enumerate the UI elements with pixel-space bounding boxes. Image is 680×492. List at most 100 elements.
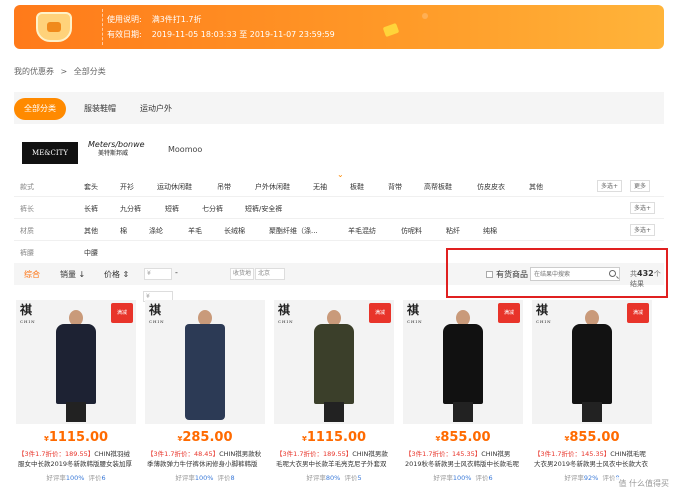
filter-option[interactable]: 仿皮皮衣 <box>477 182 505 192</box>
product-image[interactable]: 祺 CHIN 满减 <box>403 300 523 424</box>
product-title[interactable]: 【3件1.7折价：145.35】CHIN祺毛呢大衣男2019冬新款男士风衣中长款… <box>534 449 650 469</box>
ticket-deco-icon <box>382 22 400 38</box>
product-card[interactable]: 祺 CHIN 满减 ¥855.00 【3件1.7折价：145.35】CHIN祺男2… <box>403 300 523 488</box>
price-value: 855.00 <box>569 430 620 445</box>
discount-note: 【3件1.7折价：145.35】 <box>534 450 611 458</box>
filter-option[interactable]: 高帮板鞋 <box>424 182 452 192</box>
filter-option[interactable]: 户外休闲鞋 <box>255 182 290 192</box>
good-rate-label: 好评率 <box>433 474 453 482</box>
model-figure <box>314 310 354 422</box>
product-title[interactable]: 【3件1.7折价：145.35】CHIN祺男2019秋冬新款男士风衣韩版中长款毛… <box>405 449 521 469</box>
product-image[interactable]: 祺 CHIN 满减 <box>532 300 652 424</box>
filter-option[interactable]: 中腰 <box>84 248 98 258</box>
site-watermark: 值 什么值得买 <box>615 477 672 490</box>
more-button[interactable]: 更多 <box>630 180 651 192</box>
filter-option[interactable]: 羊毛 <box>188 226 202 236</box>
product-card[interactable]: 祺 CHIN 满减 ¥1115.00 【3件1.7折价：189.55】CHIN祺男… <box>274 300 394 488</box>
product-card[interactable]: 祺 CHIN 满减 ¥855.00 【3件1.7折价：145.35】CHIN祺毛呢… <box>532 300 652 488</box>
filter-option[interactable]: 仿呢料 <box>401 226 422 236</box>
filter-label: 裤长 <box>20 205 34 213</box>
product-image[interactable]: 祺 CHIN <box>145 300 265 424</box>
model-legs <box>453 402 473 422</box>
product-card[interactable]: 祺 CHIN ¥285.00 【3件1.7折价：48.45】CHIN祺男款秋季薄款… <box>145 300 265 488</box>
logo-sub: CHIN <box>149 319 165 324</box>
tab-all-categories[interactable]: 全部分类 <box>14 98 66 120</box>
tab-sports-outdoor[interactable]: 运动户外 <box>130 98 182 120</box>
filter-option[interactable]: 粘纤 <box>446 226 460 236</box>
filter-option[interactable]: 短裤/安全裤 <box>245 204 282 214</box>
brand-logo: 祺 CHIN <box>536 304 552 328</box>
filter-option[interactable]: 其他 <box>529 182 543 192</box>
filter-option[interactable]: 无袖 <box>313 182 327 192</box>
model-coat <box>185 324 225 420</box>
price-min-input[interactable]: ¥ <box>144 268 172 280</box>
review-count[interactable]: 6 <box>102 474 106 482</box>
review-label: 评价 <box>217 474 231 482</box>
promo-badge-icon: 满减 <box>627 303 649 323</box>
review-count[interactable]: 6 <box>489 474 493 482</box>
brand-logo: 祺 CHIN <box>149 304 165 328</box>
filter-option[interactable]: 九分裤 <box>120 204 141 214</box>
discount-note: 【3件1.7折价：145.35】 <box>405 450 482 458</box>
filter-label: 材质 <box>20 227 34 235</box>
brand-moomoo-logo[interactable]: Moomoo <box>168 145 202 154</box>
category-tabs: 全部分类 服装鞋帽 运动户外 <box>14 92 664 124</box>
promo-badge-icon: 满减 <box>498 303 520 323</box>
filter-option[interactable]: 羊毛混纺 <box>348 226 376 236</box>
brand-metersbonwe-logo[interactable]: Meters/bonwe 美特斯邦威 <box>88 140 145 158</box>
multi-select-button[interactable]: 多选+ <box>630 224 656 236</box>
filter-option[interactable]: 其他 <box>84 226 98 236</box>
breadcrumb-my-coupons[interactable]: 我的优惠券 <box>14 67 54 76</box>
logo-char: 祺 <box>536 303 549 317</box>
good-rate-label: 好评率 <box>306 474 326 482</box>
tab-apparel-shoes[interactable]: 服装鞋帽 <box>74 98 126 120</box>
product-title[interactable]: 【3件1.7折价：189.55】CHIN祺羽绒服女中长款2019冬新款韩版腰女装… <box>18 449 134 469</box>
review-count[interactable]: 8 <box>231 474 235 482</box>
product-image[interactable]: 祺 CHIN 满减 <box>274 300 394 424</box>
product-price: ¥1115.00 <box>301 430 367 445</box>
brand-mecity-logo[interactable]: ME&CITY <box>22 142 78 164</box>
brand-logo: 祺 CHIN <box>407 304 423 328</box>
filter-option[interactable]: 纯棉 <box>483 226 497 236</box>
ship-from-select[interactable]: 北京 <box>255 268 285 280</box>
filter-option[interactable]: 长裤 <box>84 204 98 214</box>
brand-mb-name: Meters/bonwe <box>88 140 145 149</box>
coupon-banner: 使用说明: 满3件打1.7折 有效日期: 2019-11-05 18:03:33 至… <box>14 5 664 49</box>
filter-option[interactable]: 聚酯纤维（涤... <box>269 226 318 236</box>
multi-select-button[interactable]: 多选+ <box>597 180 623 192</box>
product-price: ¥1115.00 <box>43 430 109 445</box>
filter-option[interactable]: 运动休闲鞋 <box>157 182 192 192</box>
filter-option[interactable]: 七分裤 <box>202 204 223 214</box>
banner-divider <box>102 9 103 45</box>
filter-option[interactable]: 短裤 <box>165 204 179 214</box>
filter-option[interactable]: 涤纶 <box>149 226 163 236</box>
filter-option[interactable]: 背带 <box>388 182 402 192</box>
logo-sub: CHIN <box>20 319 36 324</box>
sort-price[interactable]: 价格 ⇕ <box>104 269 129 280</box>
good-rate-label: 好评率 <box>564 474 584 482</box>
sort-default[interactable]: 综合 <box>24 269 40 280</box>
brand-logo: 祺 CHIN <box>278 304 294 328</box>
product-title[interactable]: 【3件1.7折价：189.55】CHIN祺男款毛呢大衣男中长款羊毛亮克尼子外套双… <box>276 449 392 469</box>
product-title[interactable]: 【3件1.7折价：48.45】CHIN祺男款秋季薄款弹力牛仔裤休闲修身小脚裤韩版… <box>147 449 263 469</box>
good-rate: 80% <box>325 474 341 482</box>
filter-option[interactable]: 开衫 <box>120 182 134 192</box>
product-card[interactable]: 祺 CHIN 满减 ¥1115.00 【3件1.7折价：189.55】CHIN祺羽… <box>16 300 136 488</box>
filter-option[interactable]: 套头 <box>84 182 98 192</box>
model-coat <box>572 324 612 404</box>
filter-option[interactable]: 板鞋 <box>350 182 364 192</box>
review-label: 评价 <box>602 474 616 482</box>
review-count[interactable]: 5 <box>357 474 361 482</box>
filter-row-style: 款式 套头 开衫 运动休闲鞋 吊带 户外休闲鞋 无袖 板鞋 背带 高帮板鞋 仿皮… <box>14 176 664 197</box>
filter-option[interactable]: 吊带 <box>217 182 231 192</box>
product-image[interactable]: 祺 CHIN 满减 <box>16 300 136 424</box>
logo-char: 祺 <box>149 303 162 317</box>
model-legs <box>66 402 86 422</box>
multi-select-button[interactable]: 多选+ <box>630 202 656 214</box>
discount-note: 【3件1.7折价：48.45】 <box>147 450 220 458</box>
discount-note: 【3件1.7折价：189.55】 <box>276 450 353 458</box>
sort-sales[interactable]: 销量 ↓ <box>60 269 85 280</box>
filter-option[interactable]: 棉 <box>120 226 127 236</box>
brand-logo: 祺 CHIN <box>20 304 36 328</box>
filter-option[interactable]: 长绒棉 <box>224 226 245 236</box>
